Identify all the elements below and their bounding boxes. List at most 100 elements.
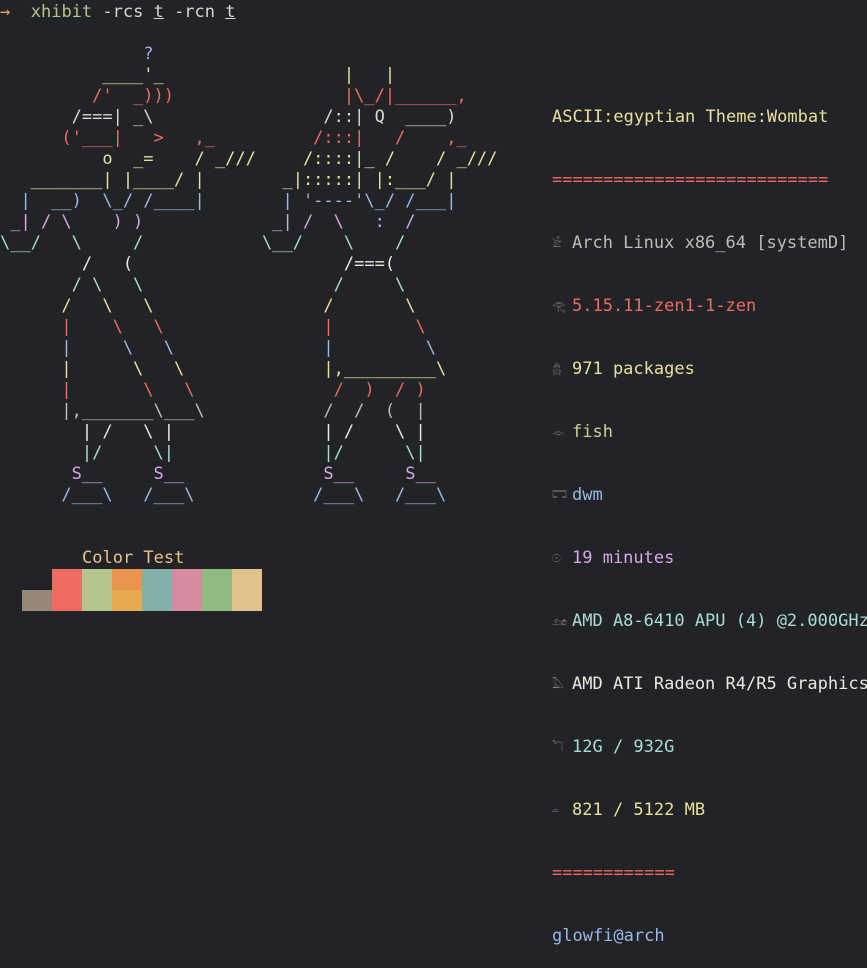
ascii-art-line: | \ \	[0, 317, 164, 337]
ascii-art-line: /::::|_ / / _///	[262, 149, 498, 169]
ascii-art-line: _| / \ ) )	[0, 212, 144, 232]
info-uptime-row: 𓇳 19 minutes	[552, 548, 867, 569]
packages-icon: 𓆣	[552, 363, 562, 376]
info-user-host: glowfi@arch	[552, 926, 665, 946]
info-shell: fish	[572, 422, 613, 442]
system-info-panel: ASCII:egyptian Theme:Wombat ============…	[552, 65, 867, 968]
ascii-art-line: | \	[262, 317, 426, 337]
color-swatch-bottom	[112, 590, 142, 611]
color-swatch-top	[52, 569, 82, 590]
info-disk-row: 𓆓 12G / 932G	[552, 737, 867, 758]
ascii-art-line: | __) \_/ /____|	[0, 191, 205, 211]
ascii-art-line: | '----'\_/ /___|	[262, 191, 457, 211]
info-header: ASCII:egyptian Theme:Wombat	[552, 107, 829, 127]
ascii-art-line: _______| |____/ |	[0, 170, 205, 190]
color-swatch-bottom	[232, 590, 262, 611]
info-wm-row: 𓉐 dwm	[552, 485, 867, 506]
ascii-art-line: | |	[262, 65, 396, 85]
ascii-art-right-figure: | | |\_/|______, /::| Q ____) /:::| / ,_…	[262, 44, 497, 506]
ascii-art-line: S__ S__	[262, 464, 436, 484]
info-separator-long: ===========================	[552, 170, 829, 190]
info-os-row: 𓀀 Arch Linux x86_64 [systemD]	[552, 233, 867, 254]
color-swatch-bottom	[142, 590, 172, 611]
ascii-art-line: \__/ \ /	[262, 233, 406, 253]
info-uptime: 19 minutes	[572, 548, 675, 568]
ascii-art-line: / \ \	[0, 275, 144, 295]
ascii-art-line: |/ \|	[262, 443, 426, 463]
ascii-art-line: |,_________\	[262, 359, 447, 379]
ascii-art-line: /===| _\	[0, 107, 154, 127]
ascii-art-line: / \	[262, 296, 416, 316]
kernel-icon: 𓂀	[552, 300, 566, 313]
ascii-art-line: /===(	[262, 254, 396, 274]
info-wm: dwm	[572, 485, 603, 505]
info-kernel: 5.15.11-zen1-1-zen	[572, 296, 757, 316]
color-swatch-bottom	[202, 590, 232, 611]
info-memory: 821 / 5122 MB	[572, 800, 706, 820]
prompt-arrow-icon: →	[0, 2, 11, 22]
color-test-palette	[22, 569, 262, 611]
ascii-art-line	[262, 44, 497, 65]
ascii-art-line: /:::| / ,_	[262, 128, 467, 148]
command-name: xhibit	[30, 2, 93, 22]
info-memory-row: 𓏏 821 / 5122 MB	[552, 800, 867, 821]
ascii-art-line: /___\ /___\	[0, 485, 195, 505]
ascii-art-line: o _= / _///	[0, 149, 256, 169]
info-shell-row: 𓁹 fish	[552, 422, 867, 443]
command-args-2: -rcn	[163, 2, 226, 22]
ascii-art-line: / / ( |	[262, 401, 426, 421]
ascii-art-line: ('___| > ,_	[0, 128, 215, 148]
info-packages-row: 𓆣 971 packages	[552, 359, 867, 380]
ascii-art-line: | \ \	[0, 380, 195, 400]
command-args-1: -rcs	[92, 2, 154, 22]
ascii-art-line: | / \ |	[0, 422, 174, 442]
info-separator-short: ============	[552, 863, 675, 883]
color-swatch-top	[202, 569, 232, 590]
ascii-art-line: / (	[0, 254, 134, 274]
info-packages: 971 packages	[572, 359, 695, 379]
ascii-art-line: / ) / )	[262, 380, 426, 400]
shell-icon: 𓁹	[552, 426, 566, 439]
gpu-icon: 𓅓	[552, 678, 565, 691]
color-swatch-top	[112, 569, 142, 590]
color-swatch-top	[142, 569, 172, 590]
ascii-art-line: S__ S__	[0, 464, 185, 484]
info-cpu-row: 𓃭 AMD A8-6410 APU (4) @2.000GHz	[552, 611, 867, 632]
ascii-art-line: /___\ /___\	[262, 485, 447, 505]
command-prompt[interactable]: → xhibit -rcs t -rcn t	[0, 2, 236, 23]
ascii-art-line: \__/ \ /	[0, 233, 144, 253]
command-arg-rcs-value: t	[153, 2, 164, 22]
ascii-art-line: ?	[0, 44, 154, 64]
info-disk: 12G / 932G	[572, 737, 675, 757]
command-arg-rcn-value: t	[225, 2, 236, 22]
color-swatch-bottom	[22, 590, 52, 611]
ascii-art-line: |/ \|	[0, 443, 174, 463]
info-gpu-row: 𓅓 AMD ATI Radeon R4/R5 Graphics	[552, 674, 867, 695]
cpu-icon: 𓃭	[552, 615, 567, 628]
ascii-art-left-figure: ? ____'_ /' _))) /===| _\ ('___| > ,_ o …	[0, 44, 256, 506]
color-swatch-top	[232, 569, 262, 590]
ascii-art-line: | \ \	[0, 338, 174, 358]
ascii-art-line: | / \ |	[262, 422, 426, 442]
color-swatch-bottom	[52, 590, 82, 611]
info-cpu: AMD A8-6410 APU (4) @2.000GHz	[572, 611, 867, 631]
color-swatch-top	[82, 569, 112, 590]
info-gpu: AMD ATI Radeon R4/R5 Graphics	[572, 674, 867, 694]
memory-icon: 𓏏	[552, 804, 559, 817]
info-kernel-row: 𓂀 5.15.11-zen1-1-zen	[552, 296, 867, 317]
color-swatch-bottom	[82, 590, 112, 611]
ascii-art-line: | \ \	[0, 359, 185, 379]
ascii-art-line: /' _)))	[0, 86, 174, 106]
uptime-icon: 𓇳	[552, 552, 561, 565]
ascii-art-line: /::| Q ____)	[262, 107, 457, 127]
ascii-art-line: / \	[262, 275, 406, 295]
disk-icon: 𓆓	[552, 741, 564, 754]
color-swatch-top	[172, 569, 202, 590]
info-os: Arch Linux x86_64 [systemD]	[572, 233, 849, 253]
ascii-art-line: / \ \	[0, 296, 154, 316]
color-swatch-bottom	[172, 590, 202, 611]
os-icon: 𓀀	[552, 237, 562, 250]
wm-icon: 𓉐	[552, 489, 568, 502]
ascii-art-line: ____'_	[0, 65, 164, 85]
ascii-art-line: | \	[262, 338, 436, 358]
